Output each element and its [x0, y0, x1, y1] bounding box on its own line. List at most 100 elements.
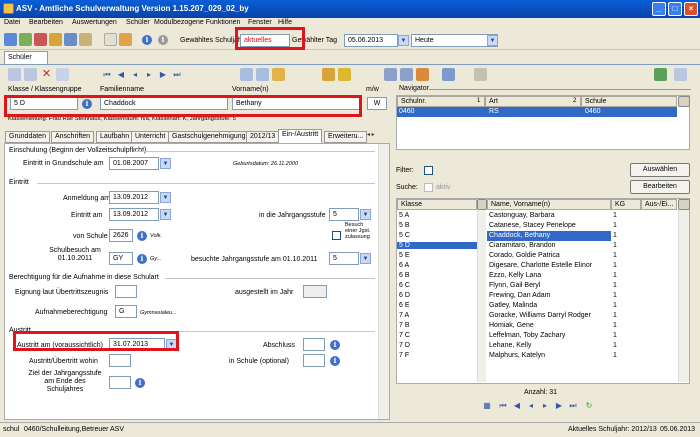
folder-icon[interactable]	[416, 68, 429, 81]
einschulung-input[interactable]: 01.08.2007	[109, 157, 159, 170]
list-item[interactable]: 6 C Flynn, Gail Beryl 1	[397, 281, 678, 291]
home2-icon[interactable]	[474, 68, 487, 81]
last-icon[interactable]: ⏭	[172, 70, 182, 79]
col-art[interactable]: Art	[485, 96, 581, 107]
list-item[interactable]: 6 A Digesare, Charlotte Estelle Elinor 1	[397, 261, 678, 271]
home-icon[interactable]	[4, 33, 17, 46]
list-item[interactable]: 5 A Castonguay, Barbara 1	[397, 211, 678, 221]
jgst-input[interactable]: 5	[329, 208, 359, 221]
delete-icon[interactable]: ✕	[40, 68, 53, 81]
day-dropdown-icon[interactable]: ▼	[398, 35, 409, 46]
austritt-input[interactable]: 31.07.2013	[109, 338, 165, 351]
schulbesuch-info-icon[interactable]: i	[137, 254, 147, 264]
list-config-icon[interactable]	[678, 199, 690, 210]
tab-erweiterung[interactable]: Erweiteru...	[324, 131, 368, 143]
col-aus-ein[interactable]: Aus-/Ei...	[641, 199, 677, 210]
user-icon[interactable]	[384, 68, 397, 81]
firstname-field[interactable]: Bethany	[232, 97, 360, 110]
list-item[interactable]: 5 B Catanese, Stacey Penelope 1	[397, 221, 678, 231]
export-record-icon[interactable]	[272, 68, 285, 81]
list-next-icon[interactable]: ▸	[540, 401, 550, 410]
list-item[interactable]: 5 D Ciaramitaro, Brandon 1	[397, 241, 678, 251]
star-icon[interactable]	[338, 68, 351, 81]
table-config-icon[interactable]	[678, 96, 690, 107]
next-icon[interactable]: ▸	[144, 70, 154, 79]
export-icon[interactable]	[119, 33, 132, 46]
list-item[interactable]: 5 C Chaddock, Bethany 1	[397, 231, 678, 241]
list-item[interactable]: 7 A Goracke, Williams Darryl Rodger 1	[397, 311, 678, 321]
new-icon[interactable]	[8, 68, 21, 81]
besucht-dropdown-icon[interactable]: ▼	[360, 253, 371, 264]
view-dropdown-icon[interactable]: ▼	[487, 35, 498, 46]
aktiv-checkbox[interactable]	[424, 183, 433, 192]
list-first-icon[interactable]: ⏮	[498, 401, 508, 410]
minimize-button[interactable]: _	[652, 2, 666, 16]
uebertritt-input[interactable]	[109, 354, 131, 367]
vonschule-info-icon[interactable]: i	[137, 231, 147, 241]
list-item[interactable]: 6 B Ezzo, Kelly Lana 1	[397, 271, 678, 281]
eintritt-dropdown-icon[interactable]: ▼	[160, 209, 171, 220]
list-new-icon[interactable]: ▦	[482, 401, 492, 410]
col-name[interactable]: Name, Vorname(n)	[487, 199, 611, 210]
copy-icon[interactable]	[104, 33, 117, 46]
school-row[interactable]: 0460 RS 0460	[397, 107, 677, 117]
eintritt-input[interactable]: 13.09.2012	[109, 208, 159, 221]
prev-icon[interactable]: ◂	[130, 70, 140, 79]
tab-gastschul[interactable]: Gastschulgenehmigung	[168, 131, 250, 143]
list-item[interactable]: 7 D Lehane, Kelly 1	[397, 341, 678, 351]
grid-icon[interactable]	[256, 68, 269, 81]
view-select[interactable]: Heute	[411, 34, 498, 47]
building-icon[interactable]	[49, 33, 62, 46]
abschluss-info-icon[interactable]: i	[330, 340, 340, 350]
jgst-dropdown-icon[interactable]: ▼	[360, 209, 371, 220]
einschulung-dropdown-icon[interactable]: ▼	[160, 158, 171, 169]
menu-datei[interactable]: Datei	[4, 19, 20, 26]
info-icon[interactable]: i	[158, 35, 168, 45]
day-input[interactable]: 05.06.2013	[344, 34, 398, 47]
col-schulnr[interactable]: Schulnr.	[397, 96, 485, 107]
vonschule-input[interactable]: 2626	[109, 229, 133, 242]
inschule-input[interactable]	[303, 354, 325, 367]
tab-schuljahr[interactable]: 2012/13	[246, 131, 280, 143]
list-prevpage-icon[interactable]: ◀	[512, 401, 522, 410]
tab-anschriften[interactable]: Anschriften	[51, 131, 95, 143]
book-icon[interactable]	[79, 33, 92, 46]
tab-grunddaten[interactable]: Grunddaten	[5, 131, 50, 143]
bell-icon[interactable]	[322, 68, 335, 81]
list-item[interactable]: 7 F Malphurs, Katelyn 1	[397, 351, 678, 361]
klasse-scrollbar[interactable]	[477, 210, 486, 382]
list-last-icon[interactable]: ⏭	[568, 401, 578, 410]
tab-scroll-arrows[interactable]: ◂ ▸	[367, 131, 387, 143]
col-klasse[interactable]: Klasse	[397, 199, 477, 210]
layout-icon[interactable]	[674, 68, 687, 81]
ausgestellt-input[interactable]	[303, 285, 327, 298]
anmeldung-input[interactable]: 13.09.2012	[109, 191, 159, 204]
klasse-config-icon[interactable]	[477, 199, 487, 210]
print-icon[interactable]	[442, 68, 455, 81]
monitor-icon[interactable]	[64, 33, 77, 46]
zulassung-checkbox[interactable]	[332, 231, 341, 240]
menu-fenster[interactable]: Fenster	[248, 19, 272, 26]
tab-schueler[interactable]: Schüler	[4, 51, 48, 64]
ziel-info-icon[interactable]: i	[135, 378, 145, 388]
list-nextpage-icon[interactable]: ▶	[554, 401, 564, 410]
surname-field[interactable]: Chaddock	[100, 97, 228, 110]
list-item[interactable]: 7 C Leffelman, Toby Zachary 1	[397, 331, 678, 341]
menu-schueler[interactable]: Schüler	[126, 19, 150, 26]
gender-field[interactable]: W	[367, 97, 387, 110]
form-scrollbar[interactable]	[378, 144, 389, 419]
next-page-icon[interactable]: ▶	[158, 70, 168, 79]
list-icon[interactable]	[240, 68, 253, 81]
menu-auswertungen[interactable]: Auswertungen	[72, 19, 117, 26]
list-item[interactable]: 5 E Corado, Goldie Patrica 1	[397, 251, 678, 261]
prev-page-icon[interactable]: ◀	[116, 70, 126, 79]
anmeldung-dropdown-icon[interactable]: ▼	[160, 192, 171, 203]
refresh-icon[interactable]	[56, 68, 69, 81]
list-item[interactable]: 6 D Frewing, Dan Adam 1	[397, 291, 678, 301]
period-select[interactable]: aktuelles	[240, 34, 290, 47]
col-schule[interactable]: Schule	[581, 96, 677, 107]
col-kg[interactable]: KG	[611, 199, 641, 210]
austritt-dropdown-icon[interactable]: ▼	[166, 339, 177, 350]
list-item[interactable]: 7 B Homiak, Gene 1	[397, 321, 678, 331]
menu-modulbezogene[interactable]: Modulbezogene Funktionen	[154, 19, 240, 26]
